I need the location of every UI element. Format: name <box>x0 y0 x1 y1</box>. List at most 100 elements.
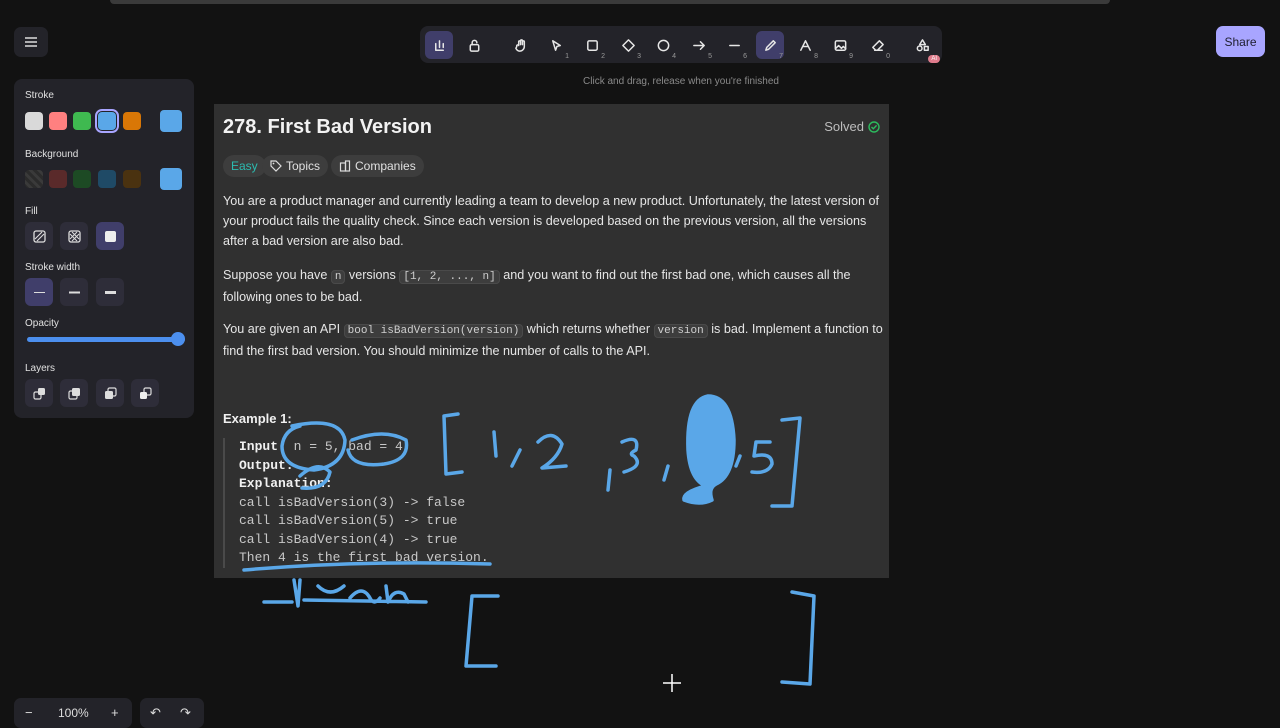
background-swatch-3[interactable] <box>73 170 91 188</box>
background-swatch-4[interactable] <box>98 170 116 188</box>
word-stroke <box>262 578 428 608</box>
tool-key: 6 <box>743 53 747 60</box>
stroke-width-extra-bold-button[interactable] <box>96 278 124 306</box>
stroke-current-color[interactable] <box>160 110 182 132</box>
fill-solid-button[interactable] <box>96 222 124 250</box>
problem-screenshot-card[interactable]: 278. First Bad Version Solved Easy Topic… <box>214 104 889 578</box>
undo-button[interactable]: ↶ <box>150 705 161 721</box>
input-label: Input: <box>239 439 286 454</box>
stroke-swatch-5[interactable] <box>123 112 141 130</box>
fill-label: Fill <box>25 206 38 217</box>
share-button[interactable]: Share <box>1216 26 1265 57</box>
zoom-out-button[interactable]: − <box>25 705 33 720</box>
example-input-line: Input: n = 5, bad = 4 <box>239 438 889 457</box>
tool-key: 0 <box>886 53 890 60</box>
tool-key: 4 <box>672 53 676 60</box>
tool-key: 7 <box>779 53 783 60</box>
background-swatch-2[interactable] <box>49 170 67 188</box>
background-swatch-1[interactable] <box>25 170 43 188</box>
opacity-slider-handle[interactable] <box>171 332 185 346</box>
tool-key: 2 <box>601 53 605 60</box>
fill-hachure-button[interactable] <box>25 222 53 250</box>
description-paragraph-2: Suppose you have n versions [1, 2, ..., … <box>223 266 883 308</box>
background-label: Background <box>25 149 79 160</box>
main-menu-button[interactable] <box>14 27 48 57</box>
inline-code: [1, 2, ..., n] <box>399 270 500 284</box>
bracket-open-stroke <box>464 594 500 668</box>
send-backward-button[interactable] <box>60 379 88 407</box>
tool-more[interactable]: AI <box>908 31 940 63</box>
bring-forward-button[interactable] <box>96 379 124 407</box>
lock-keep-icon <box>434 39 444 51</box>
tool-pencil[interactable]: 7 <box>756 31 784 60</box>
topics-label: Topics <box>286 159 321 173</box>
rectangle-icon <box>586 39 598 51</box>
tool-hand[interactable] <box>507 31 535 59</box>
tool-selection[interactable]: 1 <box>542 31 570 60</box>
more-tools-icon <box>916 38 929 51</box>
explanation-step: call isBadVersion(3) -> false <box>239 494 466 510</box>
zoom-controls: − 100% + <box>14 698 132 728</box>
send-to-back-button[interactable] <box>25 379 53 407</box>
bold-line-icon <box>68 291 80 293</box>
stroke-swatch-4[interactable] <box>95 109 119 133</box>
bring-to-front-button[interactable] <box>131 379 159 407</box>
tool-image[interactable]: 9 <box>826 31 854 60</box>
stroke-swatch-1[interactable] <box>25 112 43 130</box>
stroke-width-label: Stroke width <box>25 262 81 273</box>
tool-line[interactable]: 6 <box>720 31 748 60</box>
text-run: You are given an API <box>223 322 344 336</box>
extra-bold-line-icon <box>104 290 116 294</box>
lock-icon <box>469 39 479 52</box>
hamburger-icon <box>25 37 37 47</box>
solved-status: Solved <box>824 119 880 134</box>
selection-icon <box>551 39 561 51</box>
inline-code: n <box>330 270 346 284</box>
tool-keep-active[interactable] <box>425 31 453 59</box>
text-run: which returns whether <box>523 322 654 336</box>
example-output-line: Output: <box>239 457 889 476</box>
description-paragraph-1: You are a product manager and currently … <box>223 194 879 248</box>
background-swatch-5[interactable] <box>123 170 141 188</box>
bracket-close-stroke <box>780 590 816 686</box>
tool-arrow[interactable]: 5 <box>685 31 713 60</box>
stroke-swatch-3[interactable] <box>73 112 91 130</box>
inline-code: bool isBadVersion(version) <box>343 324 524 338</box>
crosshair-cursor-icon <box>663 674 681 692</box>
send-backward-icon <box>67 387 80 400</box>
tool-lock[interactable] <box>460 31 488 59</box>
diamond-icon <box>621 38 635 52</box>
fill-crosshatch-button[interactable] <box>60 222 88 250</box>
solid-fill-icon <box>104 230 116 242</box>
example-explanation-line: Explanation: <box>239 475 889 494</box>
image-icon <box>834 39 846 51</box>
tool-rectangle[interactable]: 2 <box>578 31 606 60</box>
tool-ellipse[interactable]: 4 <box>649 31 677 60</box>
stroke-width-thin-button[interactable] <box>25 278 53 306</box>
explanation-step: call isBadVersion(4) -> true <box>239 531 458 547</box>
line-icon <box>728 44 740 46</box>
pencil-icon <box>764 39 776 51</box>
crosshatch-icon <box>67 229 81 243</box>
explanation-step: Then 4 is the first bad version. <box>239 550 489 565</box>
bring-forward-icon <box>104 386 117 399</box>
opacity-slider[interactable] <box>27 337 185 342</box>
stroke-width-bold-button[interactable] <box>60 278 88 306</box>
output-label: Output: <box>239 457 294 473</box>
zoom-level[interactable]: 100% <box>58 706 89 720</box>
text-run: Suppose you have <box>223 268 331 282</box>
companies-label: Companies <box>355 159 416 173</box>
arrow-icon <box>692 40 705 50</box>
zoom-in-button[interactable]: + <box>111 705 119 720</box>
redo-button[interactable]: ↷ <box>180 705 191 721</box>
tool-diamond[interactable]: 3 <box>614 31 642 60</box>
tool-text[interactable]: 8 <box>791 31 819 60</box>
solved-label: Solved <box>824 119 864 134</box>
eraser-icon <box>871 39 884 51</box>
tool-key: 3 <box>637 53 641 60</box>
stroke-swatch-2[interactable] <box>49 112 67 130</box>
background-current-color[interactable] <box>160 168 182 190</box>
bring-to-front-icon <box>139 386 152 399</box>
history-controls: ↶ ↷ <box>140 698 204 728</box>
tool-eraser[interactable]: 0 <box>863 31 891 60</box>
